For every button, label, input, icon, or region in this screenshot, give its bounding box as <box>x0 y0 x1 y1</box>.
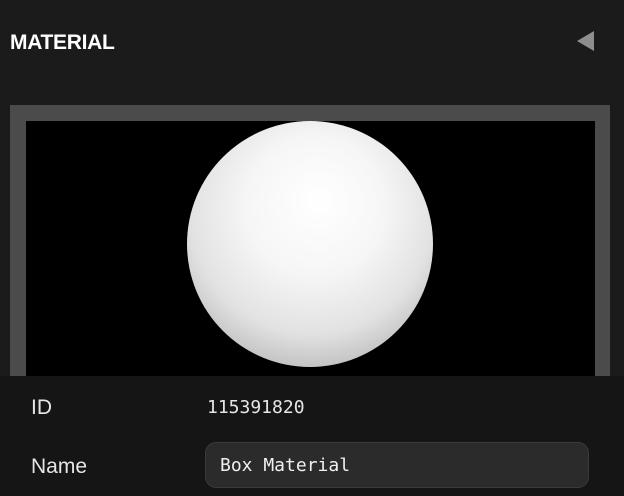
panel-title: MATERIAL <box>10 31 115 54</box>
preview-canvas <box>26 121 595 385</box>
material-panel: MATERIAL ID 115391820 Name Box Material <box>0 0 624 496</box>
triangle-left-icon <box>577 31 594 51</box>
sphere-preview <box>187 121 433 367</box>
material-preview <box>10 105 610 385</box>
collapse-button[interactable] <box>570 27 600 55</box>
name-field[interactable] <box>205 442 589 488</box>
name-label: Name <box>31 455 88 478</box>
id-label: ID <box>31 396 52 419</box>
id-value: 115391820 <box>207 397 305 418</box>
panel-header: MATERIAL <box>0 0 624 86</box>
